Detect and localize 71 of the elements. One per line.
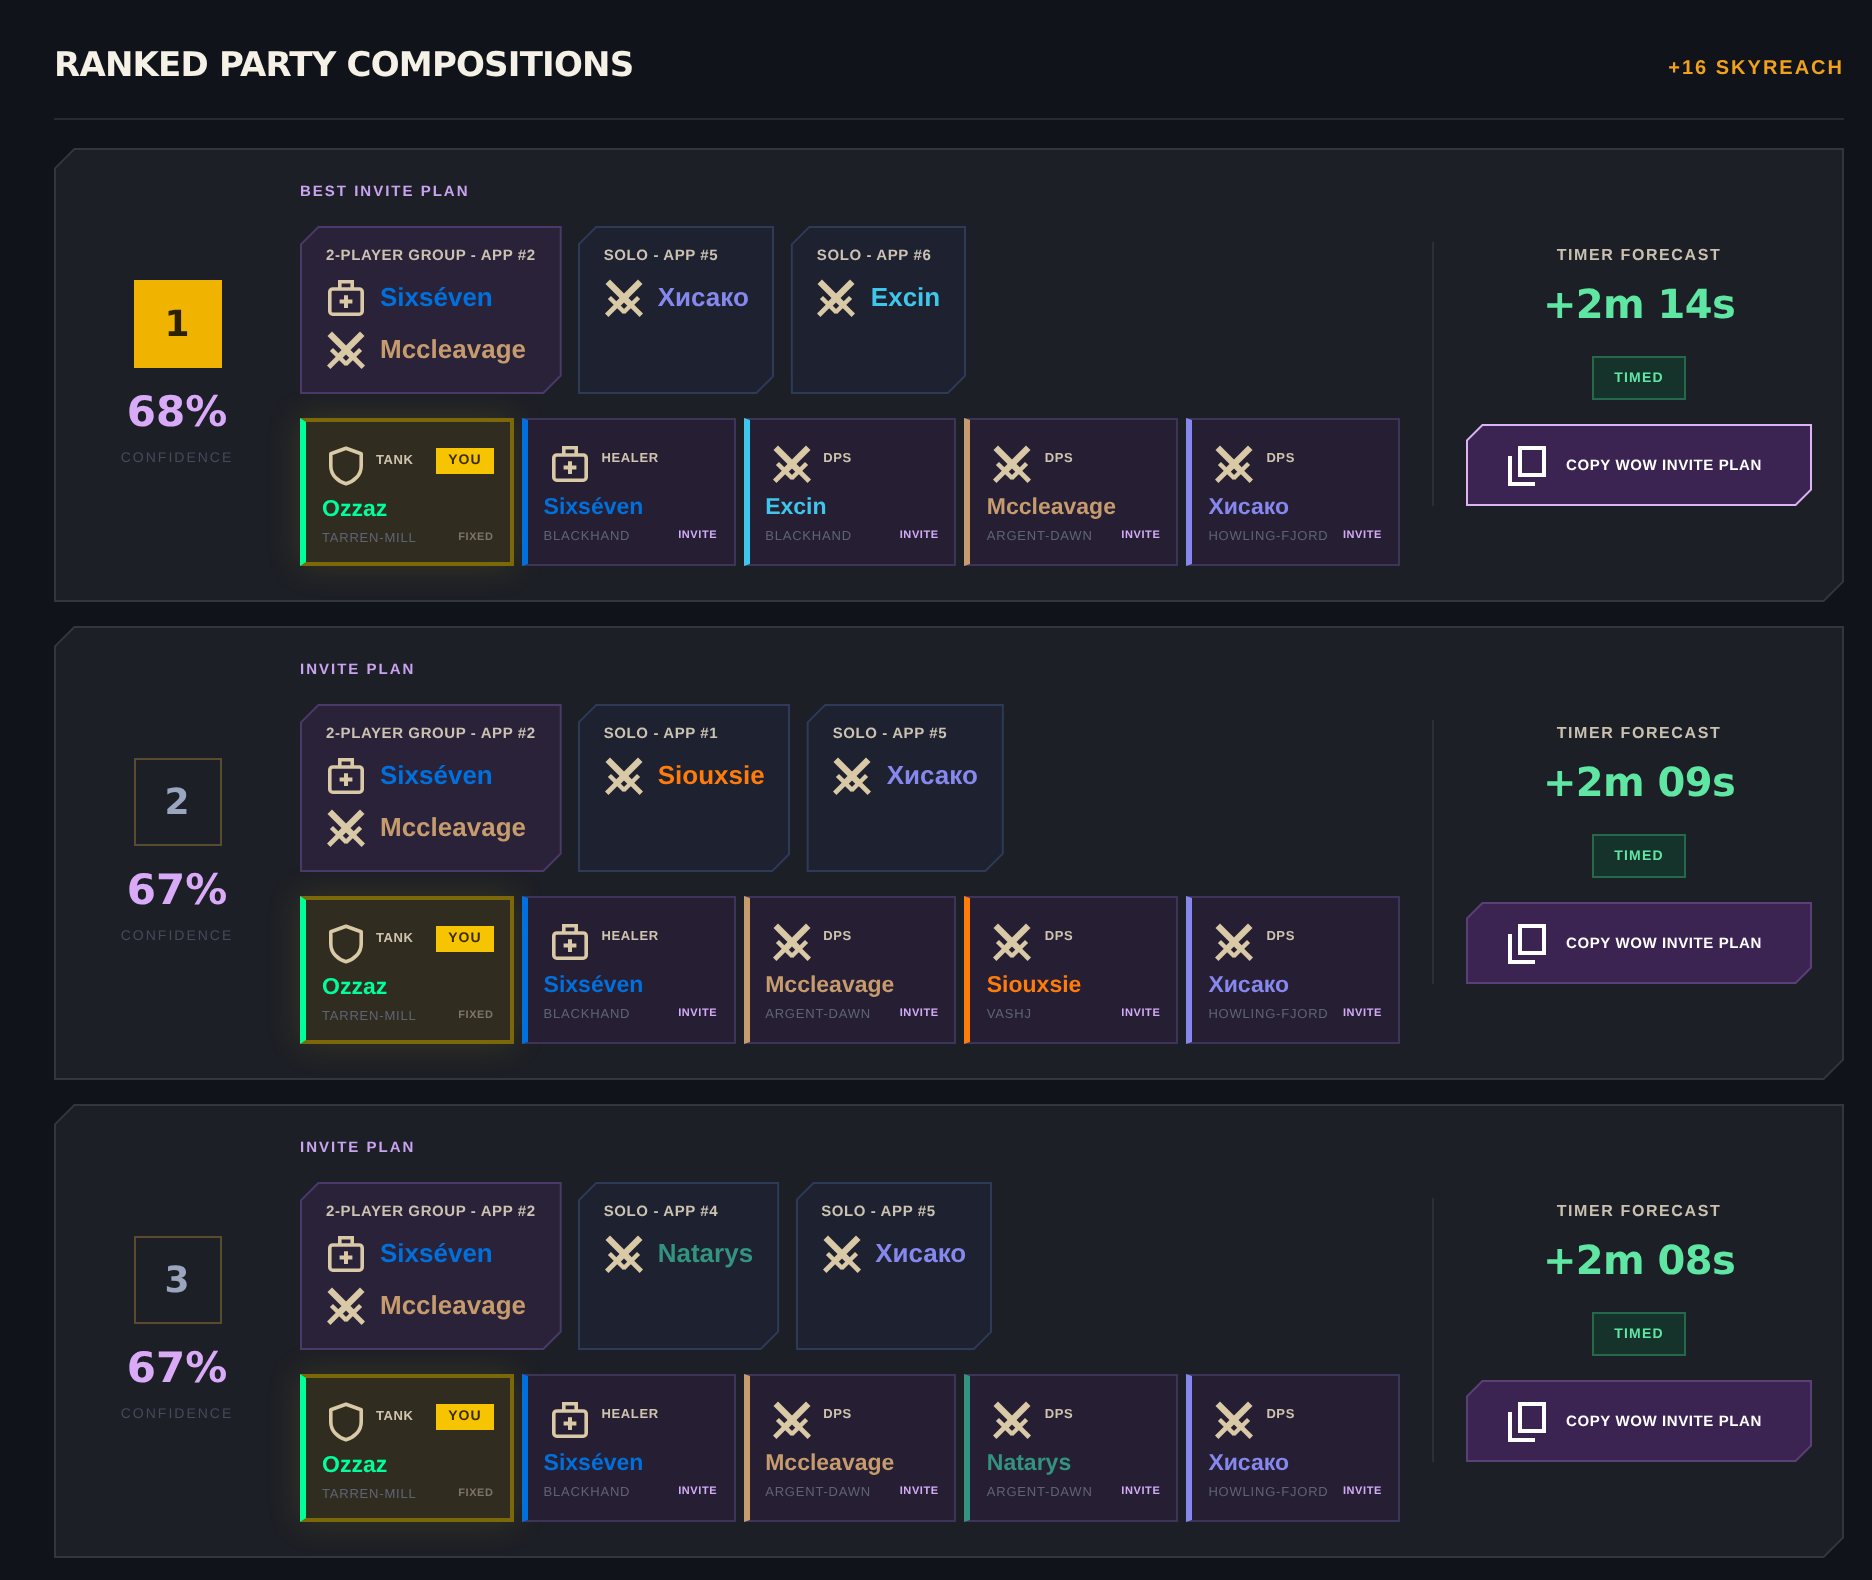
- copy-icon: [1508, 923, 1546, 963]
- crossed-swords-icon: [603, 756, 644, 796]
- crossed-swords-icon: [771, 444, 812, 484]
- timer-value: +2m 09s: [1542, 756, 1736, 810]
- player-name: Ozzaz: [322, 974, 390, 1002]
- crossed-swords-icon: [326, 1286, 366, 1326]
- player-name: Natarys: [986, 1450, 1074, 1478]
- forecast-label: TIMER FORECAST: [1556, 722, 1722, 744]
- player-name: Sixséven: [543, 1450, 646, 1478]
- player-name: Siouxsie: [657, 760, 765, 792]
- crossed-swords-icon: [816, 278, 857, 318]
- copy-icon: [1508, 445, 1546, 485]
- medkit-icon: [326, 278, 366, 318]
- player-name: Хисако: [1208, 494, 1291, 522]
- crossed-swords-icon: [992, 922, 1033, 962]
- player-name: Sixséven: [380, 760, 493, 792]
- player-name: Mccleavage: [380, 812, 526, 844]
- player-name: Ozzaz: [322, 496, 390, 524]
- timer-value: +2m 08s: [1542, 1234, 1736, 1288]
- crossed-swords-icon: [1214, 922, 1255, 962]
- player-name: Sixséven: [543, 494, 646, 522]
- shield-icon: [328, 924, 364, 964]
- player-name: Mccleavage: [765, 1450, 897, 1478]
- player-name: Хисако: [875, 1238, 967, 1270]
- crossed-swords-icon: [603, 278, 644, 318]
- crossed-swords-icon: [992, 444, 1033, 484]
- medkit-icon: [326, 1234, 366, 1274]
- rank-badge: 2: [133, 758, 221, 846]
- crossed-swords-icon: [992, 1400, 1033, 1440]
- crossed-swords-icon: [326, 330, 366, 370]
- copy-icon: [1508, 1401, 1546, 1441]
- crossed-swords-icon: [1214, 444, 1255, 484]
- page-title: RANKED PARTY COMPOSITIONS: [54, 44, 634, 88]
- crossed-swords-icon: [832, 756, 873, 796]
- player-name: Хисако: [1208, 1450, 1291, 1478]
- player-name: Mccleavage: [380, 1290, 526, 1322]
- medkit-icon: [549, 444, 590, 484]
- player-name: Siouxsie: [986, 972, 1084, 1000]
- player-name: Sixséven: [380, 1238, 493, 1270]
- player-name: Excin: [870, 282, 941, 314]
- player-name: Natarys: [657, 1238, 754, 1270]
- player-name: Хисако: [657, 282, 749, 314]
- player-name: Sixséven: [543, 972, 646, 1000]
- player-name: Хисако: [1208, 972, 1291, 1000]
- forecast-label: TIMER FORECAST: [1556, 244, 1722, 266]
- medkit-icon: [549, 1400, 590, 1440]
- player-name: Ozzaz: [322, 1452, 390, 1480]
- rank-badge: 1: [133, 280, 221, 368]
- player-name: Excin: [765, 494, 829, 522]
- medkit-icon: [549, 922, 590, 962]
- crossed-swords-icon: [1214, 1400, 1255, 1440]
- rank-badge: 3: [133, 1236, 221, 1324]
- timer-value: +2m 14s: [1542, 278, 1736, 332]
- crossed-swords-icon: [326, 808, 366, 848]
- player-name: Sixséven: [380, 282, 493, 314]
- confidence-value: 68%: [126, 388, 228, 436]
- crossed-swords-icon: [603, 1234, 644, 1274]
- dungeon-label: +16 SKYREACH: [1668, 58, 1844, 82]
- player-name: Mccleavage: [765, 972, 897, 1000]
- medkit-icon: [326, 756, 366, 796]
- shield-icon: [328, 446, 364, 486]
- player-name: Mccleavage: [380, 334, 526, 366]
- confidence-value: 67%: [126, 1344, 228, 1392]
- shield-icon: [328, 1402, 364, 1442]
- confidence-value: 67%: [126, 866, 228, 914]
- player-name: Mccleavage: [986, 494, 1118, 522]
- crossed-swords-icon: [821, 1234, 862, 1274]
- crossed-swords-icon: [771, 1400, 812, 1440]
- forecast-label: TIMER FORECAST: [1556, 1200, 1722, 1222]
- player-name: Хисако: [886, 760, 978, 792]
- crossed-swords-icon: [771, 922, 812, 962]
